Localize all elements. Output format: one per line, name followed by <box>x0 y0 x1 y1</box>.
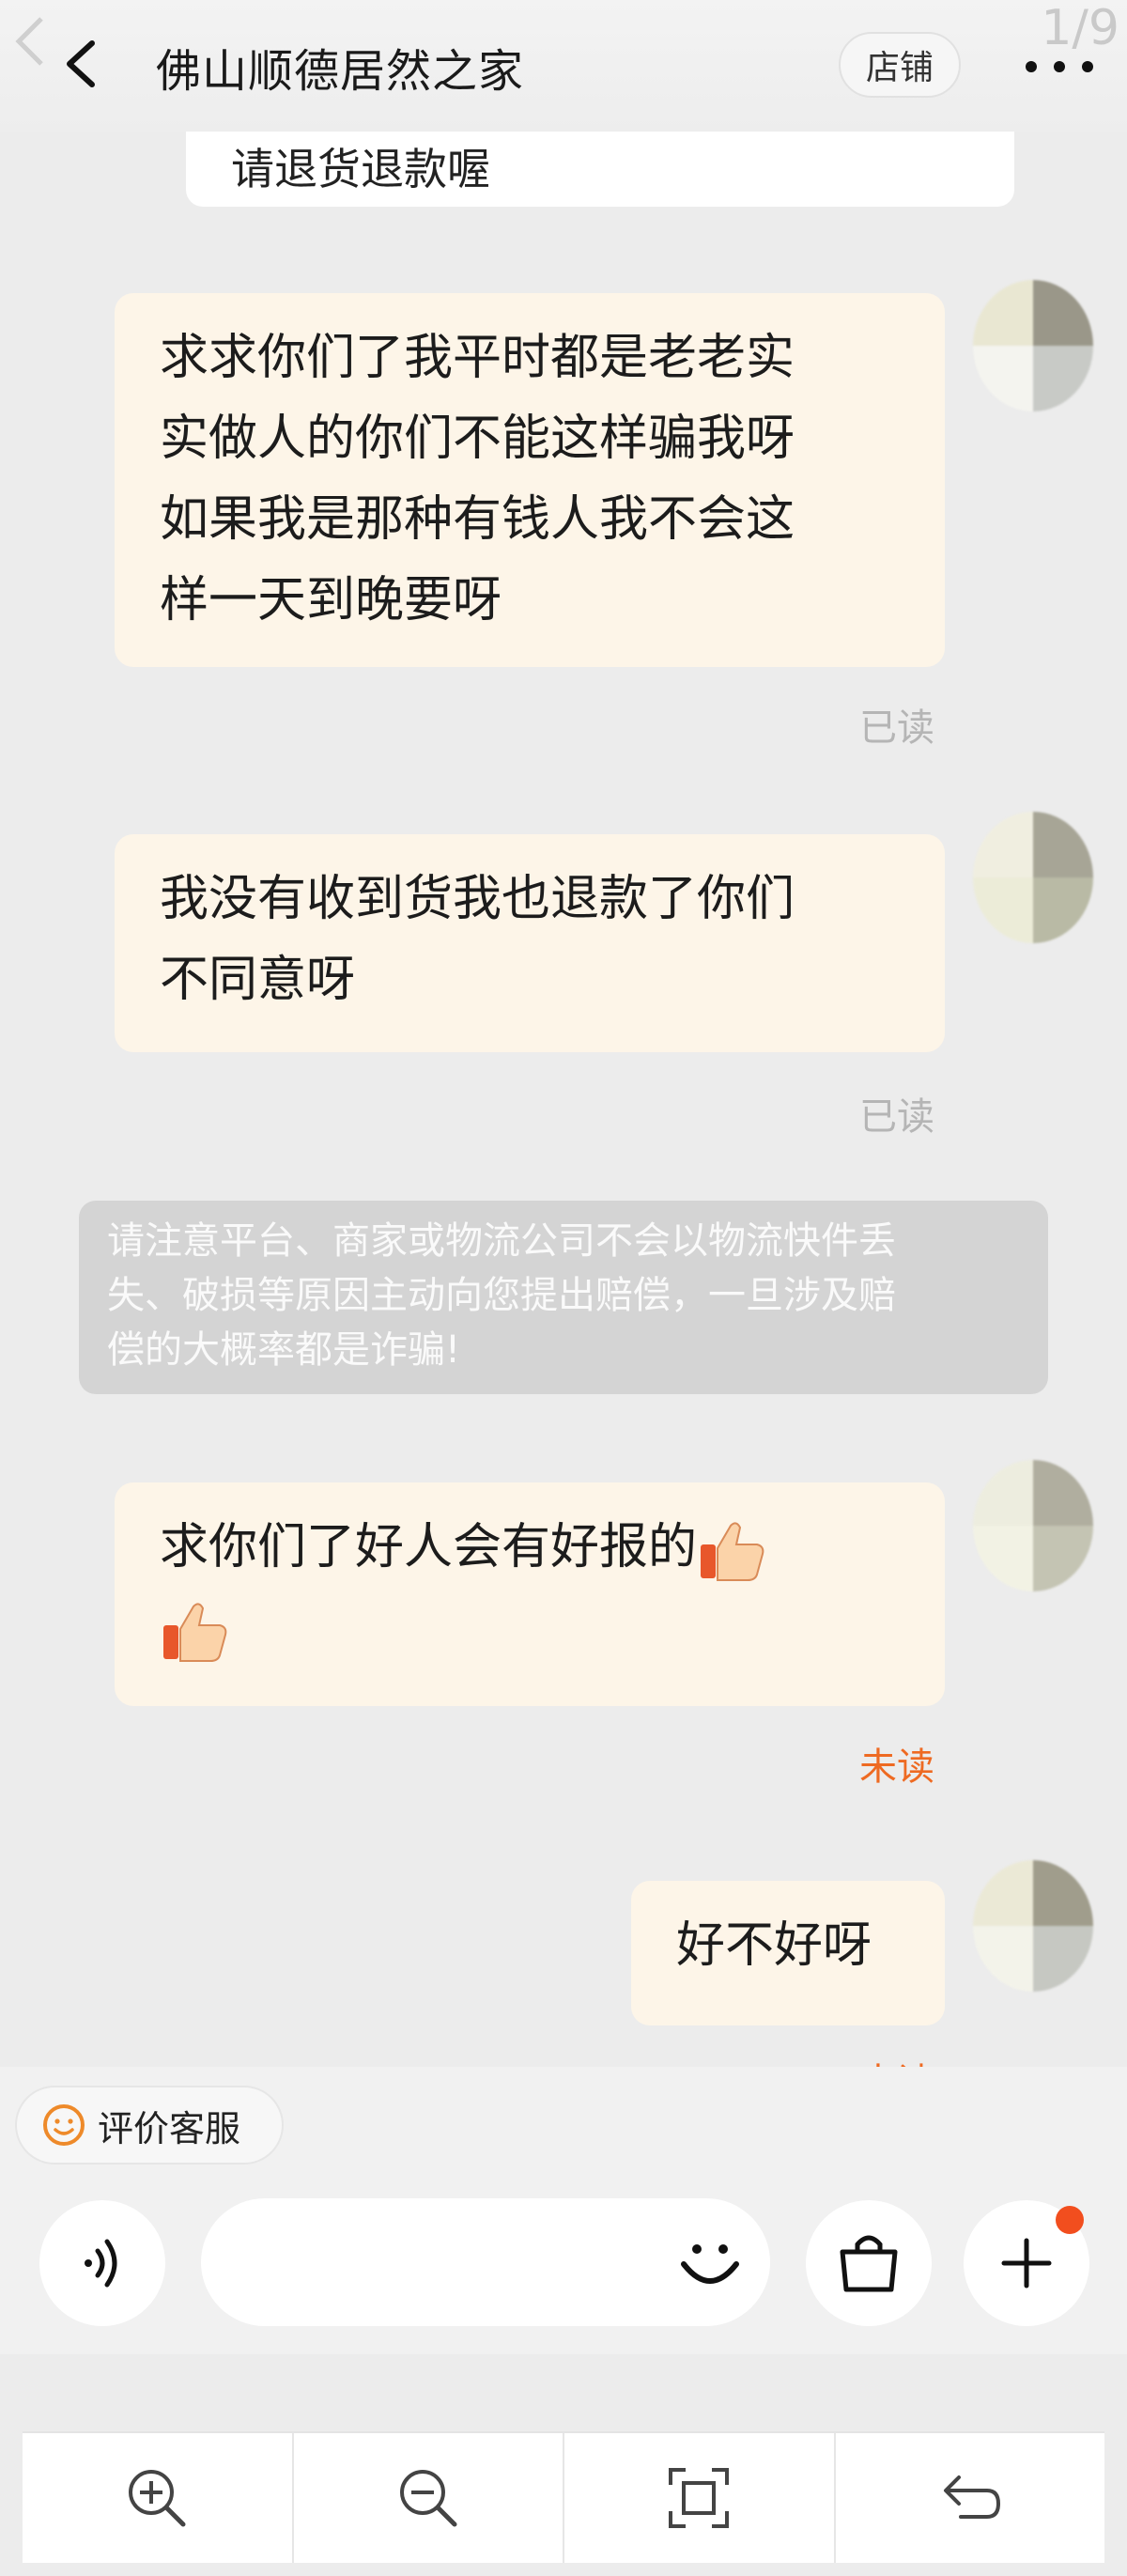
message-text-line <box>160 1588 898 1668</box>
message-text-line: 样一天到晚要呀 <box>160 572 502 628</box>
notice-text-line: 偿的大概率都是诈骗! <box>107 1328 461 1372</box>
fit-screen-icon <box>669 2468 730 2528</box>
notice-text-line: 失、破损等原因主动向您提出赔偿，一旦涉及赔 <box>107 1274 896 1317</box>
emoji-icon[interactable] <box>672 2225 748 2300</box>
avatar[interactable] <box>973 812 1093 943</box>
read-status: 已读 <box>859 706 934 750</box>
input-area: 评价客服 <box>0 2067 1127 2354</box>
rate-service-label: 评价客服 <box>98 2107 241 2149</box>
back-icon[interactable] <box>58 38 105 90</box>
thumbs-up-icon <box>163 1603 227 1662</box>
message-text-line: 不同意呀 <box>160 952 356 1008</box>
message-text: 求你们了好人会有好报的 <box>160 1519 698 1575</box>
smile-icon <box>43 2104 85 2146</box>
message-text-line: 实做人的你们不能这样骗我呀 <box>160 411 795 467</box>
read-status: 已读 <box>859 1095 934 1139</box>
zoom-out-icon <box>399 2470 457 2527</box>
chat-header: 1/9 佛山顺德居然之家 店铺 <box>0 0 1127 132</box>
avatar[interactable] <box>973 1460 1093 1591</box>
unread-status: 未读 <box>859 1746 934 1789</box>
undo-button[interactable] <box>836 2433 1105 2563</box>
message-list[interactable]: 请退货退款喔 求求你们了我平时都是老老实 实做人的你们不能这样骗我呀 如果我是那… <box>0 132 1127 2067</box>
zoom-in-button[interactable] <box>23 2433 294 2563</box>
shop-bag-button[interactable] <box>806 2200 932 2326</box>
more-icon[interactable] <box>1022 47 1097 85</box>
partial-message-bubble: 请退货退款喔 <box>186 132 1014 207</box>
unread-status: 未读 <box>859 2052 934 2067</box>
viewer-back-icon[interactable] <box>11 13 49 70</box>
avatar[interactable] <box>973 280 1093 411</box>
shopping-bag-icon <box>840 2235 898 2292</box>
plus-icon <box>1001 2238 1052 2289</box>
message-text-line: 如果我是那种有钱人我不会这 <box>160 491 795 548</box>
message-bubble: 好不好呀 <box>631 1881 945 2025</box>
notice-text-line: 请注意平台、商家或物流公司不会以物流快件丢 <box>107 1219 896 1263</box>
message-bubble: 求你们了好人会有好报的 <box>115 1482 945 1706</box>
message-text-line: 好不好呀 <box>676 1917 872 1974</box>
avatar[interactable] <box>973 1860 1093 1992</box>
message-text-line: 求求你们了我平时都是老老实 <box>160 330 795 386</box>
fraud-warning-notice: 请注意平台、商家或物流公司不会以物流快件丢 失、破损等原因主动向您提出赔偿，一旦… <box>79 1201 1048 1394</box>
fit-screen-button[interactable] <box>564 2433 836 2563</box>
message-bubble: 求求你们了我平时都是老老实 实做人的你们不能这样骗我呀 如果我是那种有钱人我不会… <box>115 293 945 667</box>
message-text-line: 我没有收到货我也退款了你们 <box>160 871 795 927</box>
shop-button[interactable]: 店铺 <box>839 32 961 98</box>
undo-icon <box>943 2475 1000 2519</box>
rate-service-button[interactable]: 评价客服 <box>15 2086 284 2165</box>
voice-icon <box>85 2239 117 2288</box>
chat-screen: 1/9 佛山顺德居然之家 店铺 请退货退款喔 求求你们了我平时都是老老实 实做人… <box>0 0 1127 2576</box>
notification-dot <box>1056 2206 1084 2234</box>
shop-title: 佛山顺德居然之家 <box>156 45 525 98</box>
message-text-line: 求你们了好人会有好报的 <box>160 1507 898 1588</box>
zoom-out-button[interactable] <box>294 2433 564 2563</box>
voice-button[interactable] <box>39 2200 165 2326</box>
zoom-in-icon <box>129 2470 186 2527</box>
message-bubble: 我没有收到货我也退款了你们 不同意呀 <box>115 834 945 1052</box>
thumbs-up-icon <box>701 1522 764 1581</box>
viewer-toolbar <box>23 2431 1104 2563</box>
